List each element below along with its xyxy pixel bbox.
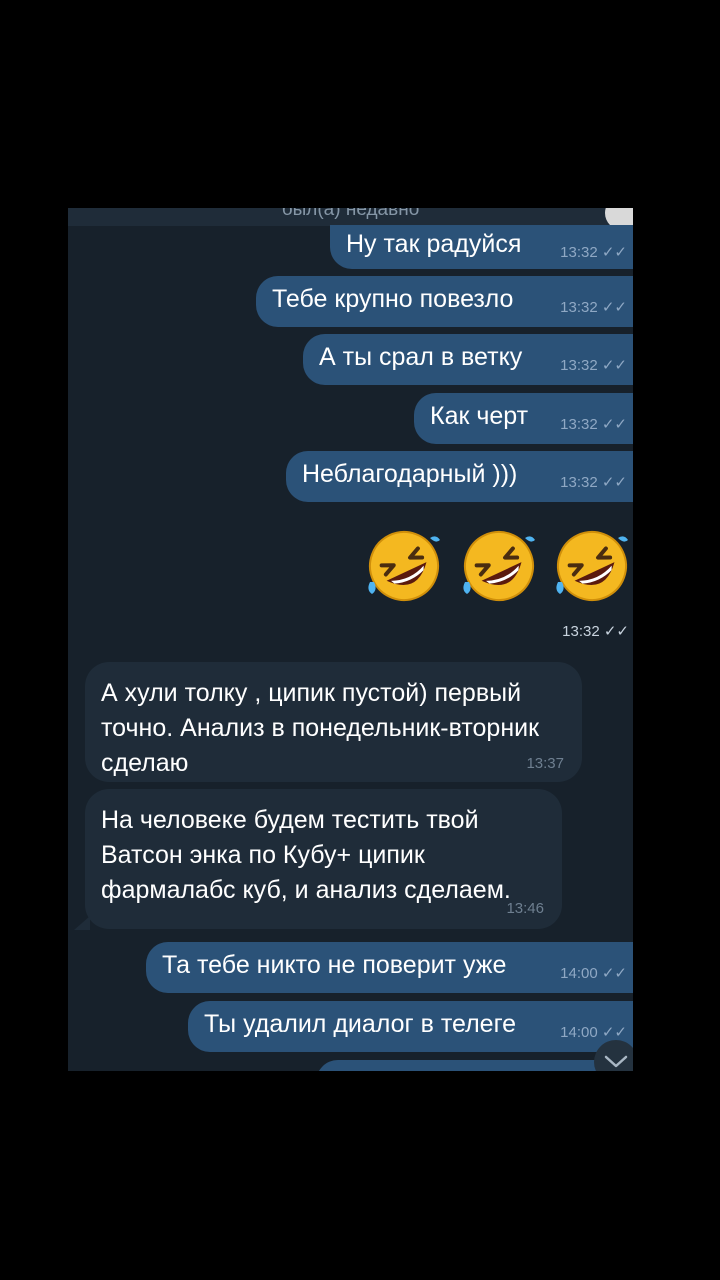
double-check-icon: ✓✓ (601, 474, 627, 491)
message-outgoing[interactable]: Та тебе никто не поверит уже 14:00 ✓✓ (146, 942, 633, 993)
message-outgoing[interactable]: Ты удалил диалог в телеге 14:00 ✓✓ (188, 1001, 633, 1052)
message-time: 14:00 ✓✓ (560, 965, 627, 982)
message-text: А хули толку , ципик пустой) первый точн… (101, 679, 540, 777)
message-time: 13:46 (506, 900, 544, 917)
message-text: Та тебе никто не поверит уже (162, 951, 507, 979)
message-text: А ты срал в ветку (319, 343, 523, 371)
message-time: 14:00 ✓✓ (560, 1024, 627, 1041)
chat-header[interactable]: был(а) недавно (68, 208, 633, 230)
message-outgoing[interactable]: Как черт 13:32 ✓✓ (414, 393, 633, 444)
message-text: Ты удалил диалог в телеге (204, 1010, 517, 1038)
message-text: На человеке будем тестить твой Ватсон эн… (101, 806, 511, 904)
message-time: 13:32 ✓✓ (560, 244, 627, 261)
double-check-icon: ✓✓ (601, 965, 627, 982)
rofl-emoji-icon (368, 531, 440, 601)
message-outgoing[interactable]: Неблагодарный ))) 13:32 ✓✓ (286, 451, 633, 502)
message-time: 13:32 ✓✓ (560, 357, 627, 374)
rofl-emoji-icon (556, 531, 628, 601)
message-time: 13:32 ✓✓ (560, 474, 627, 491)
message-outgoing[interactable]: Тебе крупно повезло 13:32 ✓✓ (256, 276, 633, 327)
message-text: Неблагодарный ))) (302, 460, 518, 488)
double-check-icon: ✓✓ (601, 299, 627, 316)
message-time: 13:32 ✓✓ (560, 416, 627, 433)
sticker-time: 13:32 ✓✓ (562, 623, 629, 640)
message-incoming[interactable]: А хули толку , ципик пустой) первый точн… (85, 662, 582, 782)
bubble-tail (74, 916, 90, 930)
message-text: Ну так радуйся (346, 230, 522, 258)
message-incoming[interactable]: На человеке будем тестить твой Ватсон эн… (85, 789, 562, 929)
message-outgoing-partial[interactable] (316, 1060, 633, 1071)
chat-window: был(а) недавно Ну так радуйся 13:32 ✓✓ Т… (68, 208, 633, 1071)
message-text: Как черт (430, 402, 529, 430)
message-outgoing[interactable]: А ты срал в ветку 13:32 ✓✓ (303, 334, 633, 385)
double-check-icon: ✓✓ (601, 357, 627, 374)
double-check-icon: ✓✓ (601, 416, 627, 433)
message-time: 13:37 (526, 755, 564, 772)
rofl-emoji-icon (463, 531, 535, 601)
double-check-icon: ✓✓ (601, 244, 627, 261)
message-outgoing[interactable]: Ну так радуйся 13:32 ✓✓ (330, 225, 633, 269)
double-check-icon: ✓✓ (603, 623, 629, 640)
double-check-icon: ✓✓ (601, 1024, 627, 1041)
last-seen-status: был(а) недавно (281, 208, 420, 220)
message-time: 13:32 ✓✓ (560, 299, 627, 316)
chevron-down-icon (604, 1055, 628, 1068)
message-text: Тебе крупно повезло (272, 285, 514, 313)
